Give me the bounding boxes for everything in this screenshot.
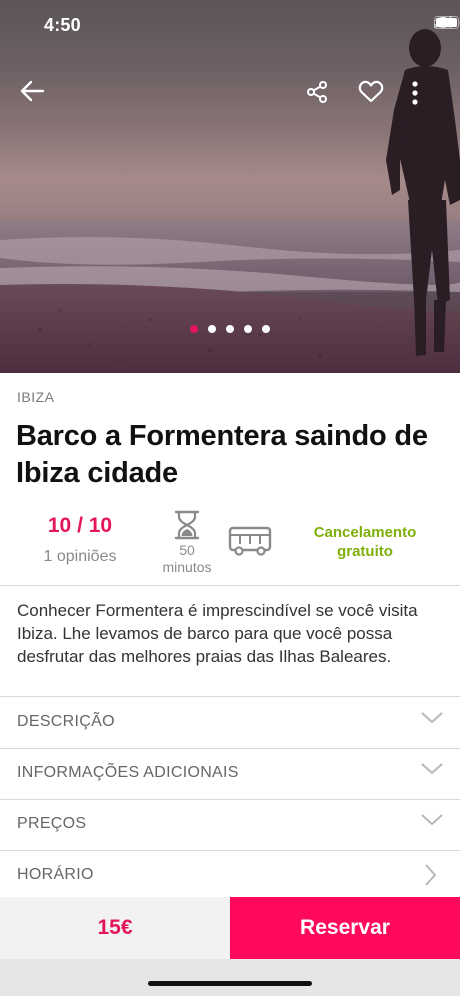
hero-photo[interactable]: 4:50 xyxy=(0,0,460,373)
battery-icon xyxy=(434,16,460,29)
section-label: INFORMAÇÕES ADICIONAIS xyxy=(17,764,239,781)
section-description[interactable]: DESCRIÇÃO xyxy=(0,697,460,748)
city-label: IBIZA xyxy=(17,389,55,405)
back-button[interactable] xyxy=(19,80,49,110)
favorite-button[interactable] xyxy=(358,80,388,110)
duration-value: 50 xyxy=(179,542,195,558)
heart-icon xyxy=(358,80,384,103)
price-label: 15€ xyxy=(0,897,230,959)
carousel-dot[interactable] xyxy=(190,325,198,333)
carousel-dot[interactable] xyxy=(244,325,252,333)
beach-sunset-image xyxy=(0,29,460,373)
share-icon xyxy=(307,81,327,103)
activity-title: Barco a Formentera saindo de Ibiza cidad… xyxy=(16,420,428,489)
activity-description: Conhecer Formentera é imprescindível se … xyxy=(17,601,418,666)
divider xyxy=(0,585,460,586)
duration-block: 50 minutos xyxy=(152,510,222,576)
arrow-left-icon xyxy=(20,80,45,102)
more-options-button[interactable] xyxy=(411,80,441,110)
home-indicator-area xyxy=(0,959,460,996)
section-label: HORÁRIO xyxy=(17,866,94,883)
section-label: PREÇOS xyxy=(17,815,87,832)
status-time: 4:50 xyxy=(44,15,81,35)
chevron-down-icon xyxy=(421,814,443,826)
chevron-down-icon xyxy=(421,712,443,724)
rating-count: 1 opiniões xyxy=(43,548,117,565)
section-label: DESCRIÇÃO xyxy=(17,713,115,730)
duration-unit: minutos xyxy=(162,559,212,575)
bus-transport xyxy=(228,526,272,561)
chevron-down-icon xyxy=(421,763,443,775)
carousel-dot[interactable] xyxy=(262,325,270,333)
chevron-right-icon xyxy=(425,864,437,886)
more-vertical-icon xyxy=(412,81,418,105)
carousel-dot[interactable] xyxy=(208,325,216,333)
section-schedule[interactable]: HORÁRIO xyxy=(0,850,460,901)
share-button[interactable] xyxy=(305,80,335,110)
activity-stats: 10 / 10 1 opiniões 50 minutos Cancelamen… xyxy=(0,508,460,588)
section-prices[interactable]: PREÇOS xyxy=(0,799,460,850)
home-indicator[interactable] xyxy=(148,981,312,986)
bus-icon xyxy=(228,526,272,556)
reserve-button[interactable]: Reservar xyxy=(230,897,460,959)
section-additional-info[interactable]: INFORMAÇÕES ADICIONAIS xyxy=(0,748,460,799)
rating-block[interactable]: 10 / 10 1 opiniões xyxy=(30,514,130,566)
hourglass-icon xyxy=(174,510,200,540)
free-cancellation-label: Cancelamento gratuito xyxy=(313,524,417,560)
carousel-dot[interactable] xyxy=(226,325,234,333)
booking-bar: 15€ Reservar xyxy=(0,897,460,959)
rating-score: 10 / 10 xyxy=(47,514,113,537)
carousel-indicator[interactable] xyxy=(0,325,460,333)
status-bar: 4:50 xyxy=(0,0,460,50)
